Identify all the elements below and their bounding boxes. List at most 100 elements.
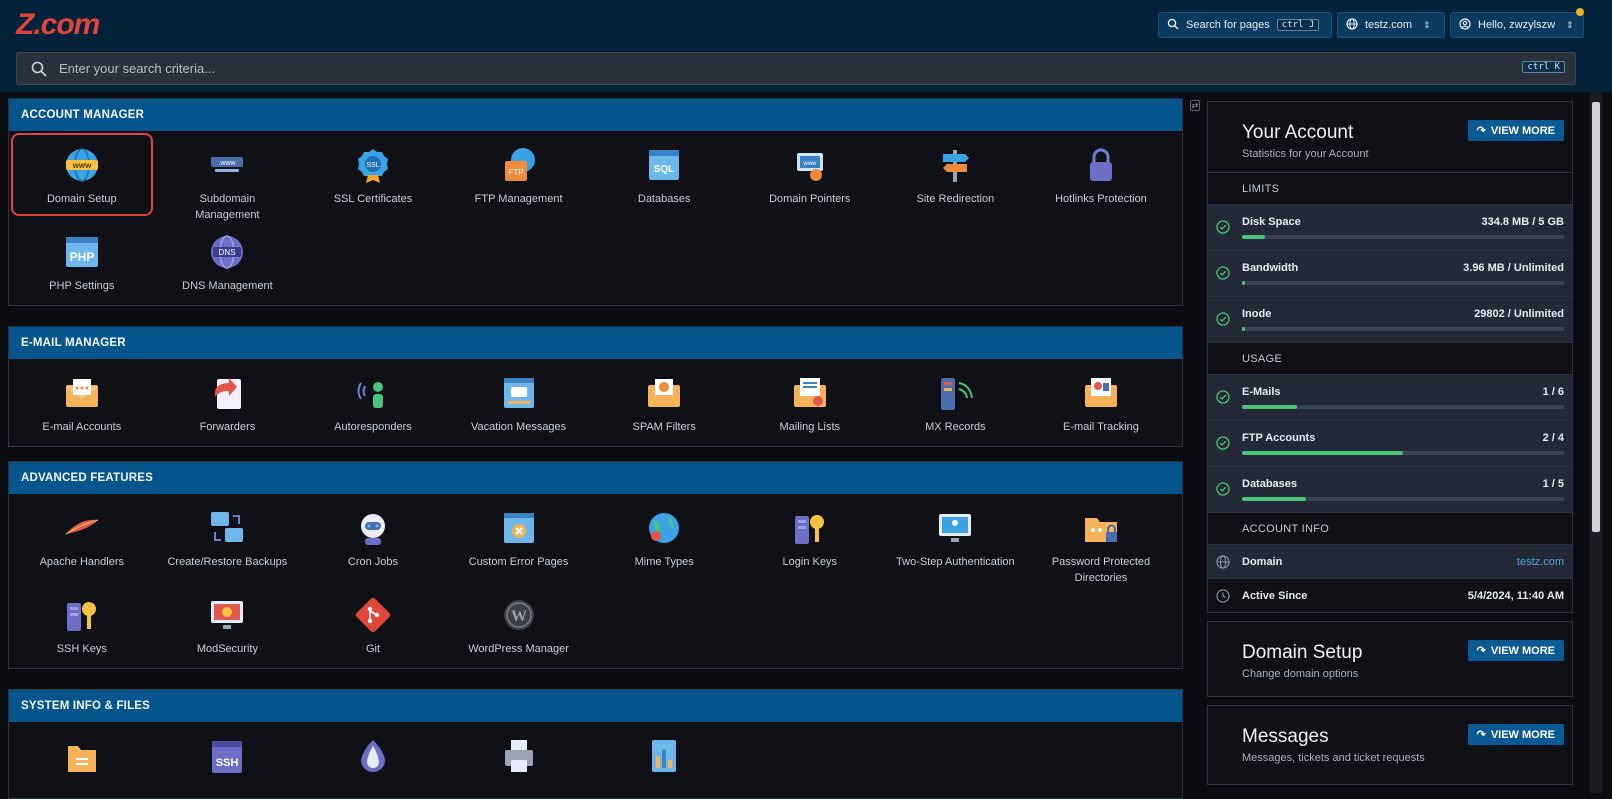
progress-fill xyxy=(1242,281,1246,285)
mx-record-icon xyxy=(935,373,975,413)
feature-dns-management[interactable]: DNS DNS Management xyxy=(155,218,301,305)
view-more-label: VIEW MORE xyxy=(1490,728,1555,741)
feature-site-redirection[interactable]: Site Redirection xyxy=(883,131,1029,218)
user-menu[interactable]: Hello, zwzylszw ⇕ xyxy=(1450,12,1584,38)
feature-file-manager[interactable] xyxy=(9,722,155,798)
apache-feather-icon xyxy=(62,508,102,548)
feature-create-restore-backups[interactable]: Create/Restore Backups xyxy=(155,494,301,581)
feature-ssh-terminal[interactable]: SSH xyxy=(155,722,301,798)
stats-icon xyxy=(644,736,684,776)
section-account-manager: ACCOUNT MANAGER www Domain Setup .www Subdom… xyxy=(8,98,1183,306)
active-since-value: 5/4/2024, 11:40 AM xyxy=(1467,590,1564,602)
feature-stats[interactable] xyxy=(591,722,737,798)
stat-name: Disk Space xyxy=(1242,216,1301,228)
feature-wordpress-manager[interactable]: W WordPress Manager xyxy=(446,581,592,668)
search-pages-button[interactable]: Search for pages ctrl J xyxy=(1158,12,1332,38)
printer-icon xyxy=(499,736,539,776)
feature-vacation-messages[interactable]: Vacation Messages xyxy=(446,359,592,446)
sql-database-icon: SQL xyxy=(644,145,684,185)
search-input[interactable] xyxy=(59,53,1459,84)
feature-databases[interactable]: SQL Databases xyxy=(591,131,737,218)
clock-icon xyxy=(1216,589,1230,608)
feature-label: Cron Jobs xyxy=(347,556,399,568)
feature-mailing-lists[interactable]: Mailing Lists xyxy=(737,359,883,446)
ssl-badge-icon: SSL xyxy=(353,145,393,185)
ssh-key-icon xyxy=(62,595,102,635)
domain-link[interactable]: testz.com xyxy=(1517,556,1564,568)
view-more-button[interactable]: ↷ VIEW MORE xyxy=(1467,724,1564,745)
svg-text:FTP: FTP xyxy=(508,168,523,177)
check-circle-icon xyxy=(1216,312,1230,331)
account-info-heading: ACCOUNT INFO xyxy=(1208,512,1572,544)
feature-printer[interactable] xyxy=(446,722,592,798)
domain-select[interactable]: testz.com ⇕ xyxy=(1337,12,1445,38)
scrollbar-thumb[interactable] xyxy=(1592,102,1600,532)
error-page-icon xyxy=(499,508,539,548)
feature-e-mail-tracking[interactable]: E-mail Tracking xyxy=(1028,359,1174,446)
svg-text:.www: .www xyxy=(219,160,237,167)
feature-spam-filters[interactable]: SPAM Filters xyxy=(591,359,737,446)
section-e-mail-manager: E-MAIL MANAGER E-mail Accounts Forwarders A… xyxy=(8,326,1183,447)
feature-label: Two-Step Authentication xyxy=(896,556,1015,568)
limits-heading: LIMITS xyxy=(1208,172,1572,204)
onion-icon xyxy=(353,736,393,776)
view-more-button[interactable]: ↷ VIEW MORE xyxy=(1467,120,1564,141)
feature-e-mail-accounts[interactable]: E-mail Accounts xyxy=(9,359,155,446)
page-scrollbar[interactable] xyxy=(1590,92,1602,793)
domain-select-value: testz.com xyxy=(1365,19,1413,31)
brand-logo[interactable]: Z.com xyxy=(16,8,100,42)
active-since-row: Active Since 5/4/2024, 11:40 AM xyxy=(1208,578,1572,612)
feature-login-keys[interactable]: Login Keys xyxy=(737,494,883,581)
svg-text:PHP: PHP xyxy=(69,250,94,264)
section-header: SYSTEM INFO & FILES xyxy=(9,690,1182,722)
feature-label: ModSecurity xyxy=(196,643,258,655)
subdomain-icon: .www xyxy=(207,145,247,185)
feature-label: Domain Setup xyxy=(46,193,117,205)
messages-card: Messages Messages, tickets and ticket re… xyxy=(1207,705,1573,785)
feature-ssh-keys[interactable]: SSH Keys xyxy=(9,581,155,668)
feature-apache-handlers[interactable]: Apache Handlers xyxy=(9,494,155,581)
php-icon: PHP xyxy=(62,232,102,272)
feature-label: Vacation Messages xyxy=(470,421,567,433)
feature-ssl-certificates[interactable]: SSL SSL Certificates xyxy=(300,131,446,218)
feature-mx-records[interactable]: MX Records xyxy=(883,359,1029,446)
collapse-toggle[interactable]: ⇄ xyxy=(1190,100,1200,111)
feature-two-step-authentication[interactable]: Two-Step Authentication xyxy=(883,494,1029,581)
view-more-button[interactable]: ↷ VIEW MORE xyxy=(1467,640,1564,661)
feature-modsecurity[interactable]: ModSecurity xyxy=(155,581,301,668)
progress-bar xyxy=(1242,281,1564,285)
shortcut-hint: ctrl J xyxy=(1276,19,1320,31)
feature-forwarders[interactable]: Forwarders xyxy=(155,359,301,446)
feature-git[interactable]: Git xyxy=(300,581,446,668)
feature-cron-jobs[interactable]: Cron Jobs xyxy=(300,494,446,581)
card-subtitle: Change domain options xyxy=(1242,668,1359,680)
feature-domain-pointers[interactable]: www Domain Pointers xyxy=(737,131,883,218)
feature-hotlinks-protection[interactable]: Hotlinks Protection xyxy=(1028,131,1174,218)
feature-autoresponders[interactable]: Autoresponders xyxy=(300,359,446,446)
stat-value: 29802 / Unlimited xyxy=(1474,308,1564,320)
section-system-info-files: SYSTEM INFO & FILES SSH xyxy=(8,689,1183,799)
feature-custom-error-pages[interactable]: Custom Error Pages xyxy=(446,494,592,581)
feature-domain-setup[interactable]: www Domain Setup xyxy=(9,131,155,218)
feature-password-protected-directories[interactable]: Password Protected Directories xyxy=(1028,494,1174,584)
feature-label: E-mail Accounts xyxy=(42,421,122,433)
search-icon xyxy=(1167,18,1179,33)
domain-label: Domain xyxy=(1242,556,1283,568)
feature-ftp-management[interactable]: FTP FTP Management xyxy=(446,131,592,218)
feature-mime-types[interactable]: Mime Types xyxy=(591,494,737,581)
feature-label: Create/Restore Backups xyxy=(167,556,288,568)
search-pages-label: Search for pages xyxy=(1186,19,1270,31)
login-key-icon xyxy=(790,508,830,548)
feature-label: DNS Management xyxy=(182,280,273,292)
git-icon xyxy=(353,595,393,635)
stat-row-disk-space: Disk Space 334.8 MB / 5 GB xyxy=(1208,204,1572,250)
stat-value: 3.96 MB / Unlimited xyxy=(1463,262,1564,274)
feature-onion[interactable] xyxy=(300,722,446,798)
cron-robot-icon xyxy=(353,508,393,548)
feature-label: Domain Pointers xyxy=(769,193,851,205)
progress-fill xyxy=(1242,235,1265,239)
feature-php-settings[interactable]: PHP PHP Settings xyxy=(9,218,155,305)
feature-subdomain-management[interactable]: .www Subdomain Management xyxy=(155,131,301,221)
feature-grid: E-mail Accounts Forwarders Autoresponders V… xyxy=(9,359,1182,446)
svg-text:W: W xyxy=(511,608,527,625)
